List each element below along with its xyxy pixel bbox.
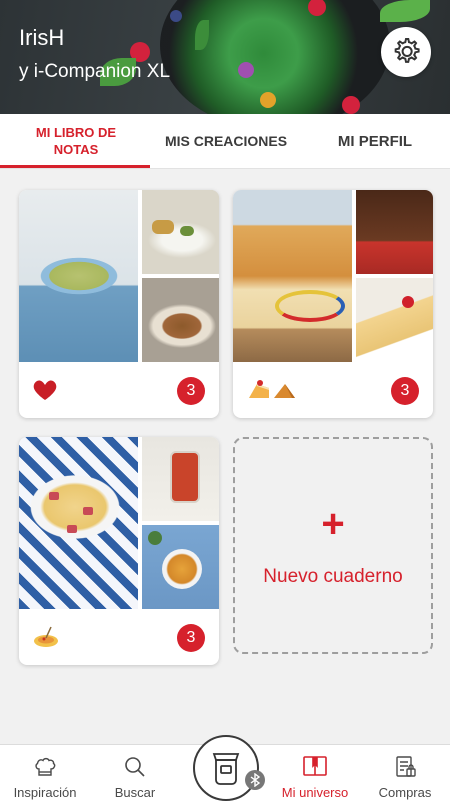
soup-image: [19, 190, 138, 362]
device-name: y i-Companion XL: [19, 61, 171, 82]
raspberry-image: [342, 96, 360, 114]
plus-icon: +: [321, 501, 345, 546]
cooking-device-button[interactable]: [193, 735, 259, 801]
new-notebook-label: Nuevo cuaderno: [263, 565, 403, 587]
bluetooth-icon: [245, 770, 265, 790]
recipe-count-badge: 3: [177, 377, 205, 405]
sauce-jar-image: [142, 437, 219, 521]
stew-image: [142, 278, 219, 362]
new-notebook-button[interactable]: + Nuevo cuaderno: [233, 437, 433, 654]
nav-label: Mi universo: [281, 785, 349, 800]
recipe-count-badge: 3: [177, 624, 205, 652]
settings-button[interactable]: [381, 27, 431, 77]
flower-image: [260, 92, 276, 108]
search-icon: [125, 757, 145, 777]
chef-hat-icon: [35, 757, 56, 776]
nav-compras[interactable]: Compras: [360, 745, 450, 808]
tab-label: MIS CREACIONES: [164, 133, 288, 149]
blueberry-image: [170, 10, 182, 22]
nav-mi-universo[interactable]: Mi universo: [270, 745, 360, 808]
notebook-card[interactable]: 3: [233, 190, 433, 418]
pasta-plate-icon: [33, 625, 61, 649]
shopping-list-icon: [396, 756, 416, 777]
tab-mis-creaciones[interactable]: MIS CREACIONES: [152, 114, 300, 168]
nav-inspiracion[interactable]: Inspiración: [0, 745, 90, 808]
profile-header: IrisH y i-Companion XL: [0, 0, 450, 114]
tab-label: MI LIBRO DE NOTAS: [35, 125, 117, 157]
tab-mi-libro-de-notas[interactable]: MI LIBRO DE NOTAS: [0, 114, 152, 168]
notebook-card[interactable]: 3: [19, 190, 219, 418]
user-name: IrisH: [19, 25, 65, 50]
bowl-image: [142, 525, 219, 609]
pasta-image: [19, 437, 138, 609]
cake-slices-icon: [247, 378, 299, 402]
recipe-count-badge: 3: [391, 377, 419, 405]
multicooker-icon: [212, 753, 240, 785]
gear-icon: [394, 37, 420, 63]
peas-image: [380, 0, 430, 22]
notebook-card[interactable]: 3: [19, 437, 219, 665]
tab-bar: MI LIBRO DE NOTAS MIS CREACIONES MI PERF…: [0, 114, 450, 169]
tab-mi-perfil[interactable]: MI PERFIL: [300, 114, 450, 168]
nav-buscar[interactable]: Buscar: [90, 745, 180, 808]
bread-cake-image: [233, 190, 352, 362]
book-icon: [303, 756, 327, 776]
heart-icon: [33, 378, 61, 402]
nav-label: Compras: [378, 785, 432, 800]
flower-image: [238, 62, 254, 78]
tab-label: MI PERFIL: [337, 132, 413, 150]
brownie-image: [356, 190, 433, 274]
nav-label: Inspiración: [13, 785, 77, 800]
cheesecake-image: [356, 278, 433, 362]
nav-label: Buscar: [114, 785, 156, 800]
dish-image: [142, 190, 219, 274]
